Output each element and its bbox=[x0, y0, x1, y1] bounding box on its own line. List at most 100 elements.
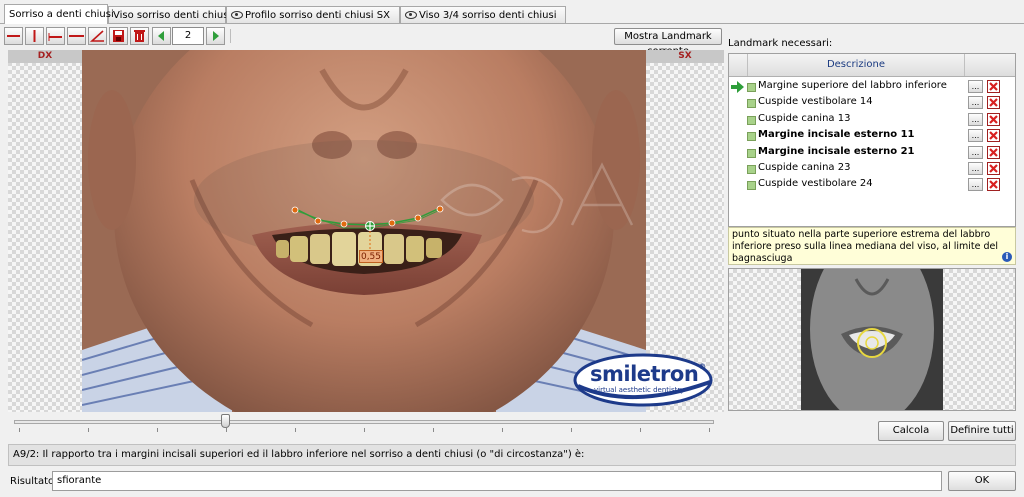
reference-face bbox=[801, 269, 943, 410]
slider-tick bbox=[502, 428, 503, 432]
measurement-label: 0,55 bbox=[359, 250, 383, 263]
delete-landmark-button[interactable] bbox=[987, 129, 1000, 143]
delete-x-icon bbox=[989, 164, 998, 173]
landmark-options-button[interactable]: ... bbox=[968, 112, 983, 126]
vertical-line-tool[interactable] bbox=[25, 27, 44, 45]
landmark-row[interactable]: Cuspide vestibolare 14... bbox=[729, 95, 1015, 111]
status-indicator bbox=[747, 132, 756, 142]
next-button[interactable] bbox=[206, 27, 225, 45]
status-indicator bbox=[747, 165, 756, 174]
horizontal-segment-tool[interactable] bbox=[46, 27, 65, 45]
slider-track bbox=[14, 420, 714, 424]
tab-bar: Sorriso a denti chiusi Viso sorriso dent… bbox=[0, 4, 1024, 24]
delete-landmark-button[interactable] bbox=[987, 178, 1000, 192]
landmark-row[interactable]: Margine incisale esterno 11... bbox=[729, 128, 1015, 144]
status-indicator bbox=[747, 115, 756, 125]
horizontal-line-tool[interactable] bbox=[4, 27, 23, 45]
tab-label: Viso 3/4 sorriso denti chiusi bbox=[419, 10, 557, 21]
tab-label: Profilo sorriso denti chiusi SX bbox=[245, 10, 390, 21]
tab-label: Viso sorriso denti chiusi bbox=[113, 10, 232, 21]
landmark-label: Cuspide canina 23 bbox=[758, 162, 851, 173]
eye-icon bbox=[405, 11, 417, 19]
column-header-description: Descrizione bbox=[747, 54, 965, 76]
slider-tick bbox=[364, 428, 365, 432]
delete-x-icon bbox=[989, 131, 998, 140]
delete-button[interactable] bbox=[130, 27, 149, 45]
tab-divider bbox=[0, 23, 1024, 24]
delete-landmark-button[interactable] bbox=[987, 96, 1000, 110]
photo-area[interactable]: DX SX 0,55 smiletron® virtual aesthetic … bbox=[8, 50, 724, 412]
long-horizontal-line-tool[interactable] bbox=[67, 27, 86, 45]
show-landmark-button[interactable]: Mostra Landmark corrente bbox=[614, 28, 722, 57]
tab-sorriso-denti-chiusi[interactable]: Sorriso a denti chiusi bbox=[4, 4, 114, 24]
save-icon bbox=[113, 30, 124, 42]
eye-icon bbox=[231, 11, 243, 19]
arrow-right-icon bbox=[213, 31, 219, 41]
arrow-left-icon bbox=[158, 31, 164, 41]
delete-landmark-button[interactable] bbox=[987, 112, 1000, 126]
landmarks-title: Landmark necessari: bbox=[728, 38, 833, 49]
zoom-slider[interactable] bbox=[14, 414, 714, 434]
slider-thumb[interactable] bbox=[221, 414, 230, 428]
left-strip bbox=[8, 50, 82, 412]
delete-x-icon bbox=[989, 147, 998, 157]
vertical-line-icon bbox=[33, 30, 36, 42]
tab-viso-3-4-sorriso[interactable]: Viso 3/4 sorriso denti chiusi bbox=[400, 6, 566, 23]
status-indicator bbox=[747, 83, 756, 92]
delete-x-icon bbox=[989, 180, 998, 190]
landmark-row[interactable]: Margine incisale esterno 21... bbox=[729, 145, 1015, 161]
status-indicator bbox=[747, 181, 756, 191]
current-landmark-marker bbox=[365, 221, 375, 231]
delete-x-icon bbox=[989, 98, 998, 108]
previous-button[interactable] bbox=[152, 27, 171, 45]
landmark-options-button[interactable]: ... bbox=[968, 80, 983, 93]
landmark-row[interactable]: Margine superiore del labbro inferiore..… bbox=[729, 79, 1015, 95]
angle-tool[interactable] bbox=[88, 27, 107, 45]
landmarks-table-header: Descrizione bbox=[729, 54, 1015, 77]
page-number-input[interactable]: 2 bbox=[172, 27, 204, 45]
landmark-description-text: punto situato nella parte superiore estr… bbox=[732, 229, 999, 264]
delete-landmark-button[interactable] bbox=[987, 145, 1000, 159]
result-field[interactable]: sfiorante bbox=[52, 471, 942, 491]
face-photo bbox=[82, 50, 646, 412]
result-label: Risultato: bbox=[10, 476, 58, 487]
slider-tick bbox=[295, 428, 296, 432]
landmarks-table: Descrizione Margine superiore del labbro… bbox=[728, 53, 1016, 227]
horizontal-line-icon bbox=[7, 35, 20, 37]
ear-right bbox=[592, 90, 640, 230]
save-button[interactable] bbox=[109, 27, 128, 45]
delete-landmark-button[interactable] bbox=[987, 80, 1000, 93]
delete-x-icon bbox=[989, 115, 998, 124]
calcola-button[interactable]: Calcola bbox=[878, 421, 944, 441]
landmark-options-button[interactable]: ... bbox=[968, 162, 983, 175]
logo-text: smiletron® bbox=[590, 362, 706, 386]
definire-tutti-button[interactable]: Definire tutti bbox=[948, 421, 1016, 441]
tab-viso-sorriso-denti-chiusi[interactable]: Viso sorriso denti chiusi bbox=[108, 6, 231, 23]
tab-profilo-sorriso-sx[interactable]: Profilo sorriso denti chiusi SX bbox=[226, 6, 400, 23]
landmark-label: Cuspide canina 13 bbox=[758, 112, 851, 124]
logo-registered: ® bbox=[698, 362, 706, 371]
landmark-label: Margine superiore del labbro inferiore bbox=[758, 80, 947, 91]
slider-tick bbox=[88, 428, 89, 432]
toolbar-separator bbox=[230, 29, 231, 43]
landmark-label: Margine incisale esterno 21 bbox=[758, 145, 915, 157]
landmark-row[interactable]: Cuspide vestibolare 24... bbox=[729, 177, 1015, 193]
horizontal-segment-icon bbox=[48, 33, 62, 41]
side-label-sx: SX bbox=[646, 50, 724, 63]
landmark-options-button[interactable]: ... bbox=[968, 178, 983, 192]
slider-tick bbox=[19, 428, 20, 432]
landmark-label: Cuspide vestibolare 14 bbox=[758, 96, 873, 108]
slider-tick bbox=[571, 428, 572, 432]
landmark-row[interactable]: Cuspide canina 23... bbox=[729, 161, 1015, 177]
ok-button[interactable]: OK bbox=[948, 471, 1016, 491]
delete-landmark-button[interactable] bbox=[987, 162, 1000, 175]
landmark-description: punto situato nella parte superiore estr… bbox=[728, 227, 1016, 265]
logo-word: smiletron bbox=[590, 362, 699, 386]
landmark-options-button[interactable]: ... bbox=[968, 145, 983, 159]
landmark-options-button[interactable]: ... bbox=[968, 129, 983, 143]
landmark-options-button[interactable]: ... bbox=[968, 96, 983, 110]
info-icon[interactable]: i bbox=[1002, 252, 1012, 262]
landmark-row[interactable]: Cuspide canina 13... bbox=[729, 112, 1015, 128]
slider-tick bbox=[709, 428, 710, 432]
reference-thumbnail bbox=[728, 268, 1016, 411]
